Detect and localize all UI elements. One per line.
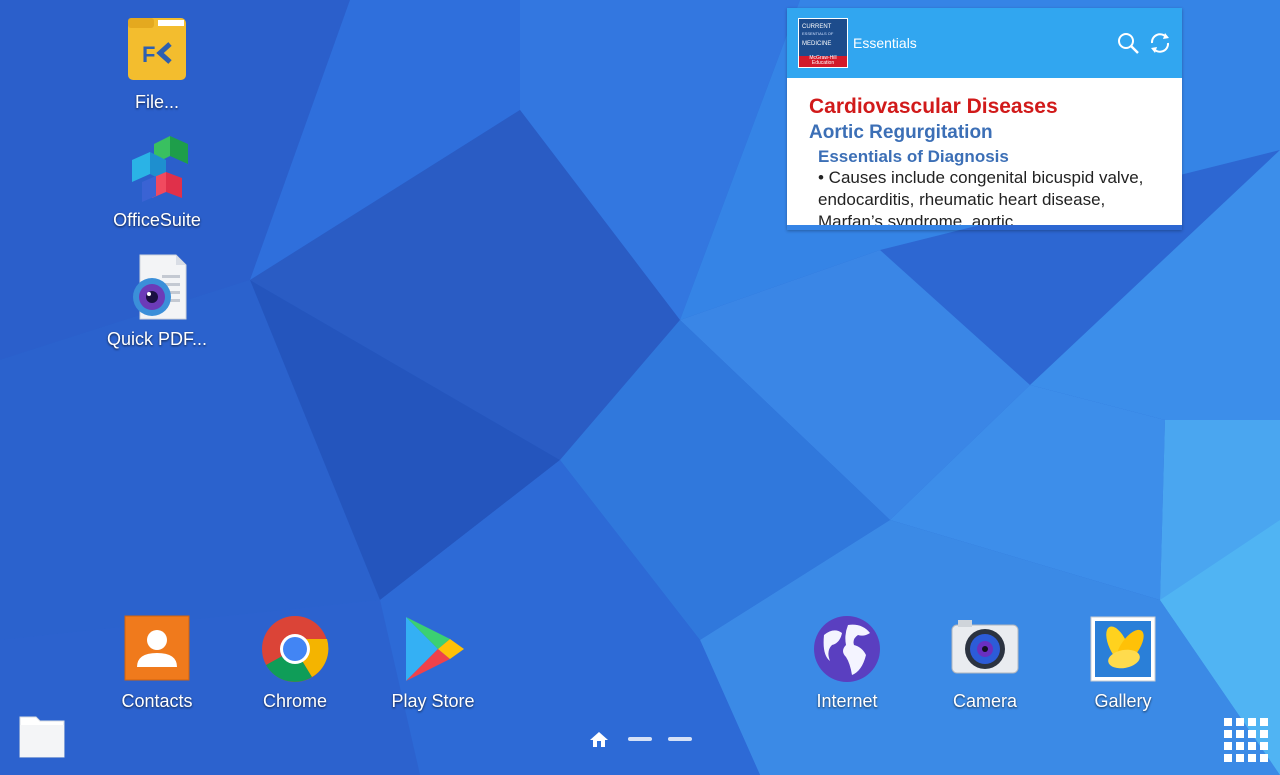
logo-brand: McGraw-Hill Education <box>799 56 847 67</box>
app-label: Quick PDF... <box>106 329 208 349</box>
folder-icon[interactable] <box>18 711 66 759</box>
essentials-widget[interactable]: CURRENT ESSENTIALS OF MEDICINE McGraw-Hi… <box>787 8 1182 230</box>
dock-app-gallery[interactable]: Gallery <box>1063 615 1183 712</box>
contacts-icon <box>122 615 192 685</box>
app-label: Contacts <box>121 691 193 711</box>
dock-app-camera[interactable]: Camera <box>925 615 1045 712</box>
page-dot[interactable] <box>628 737 652 741</box>
gallery-icon <box>1088 615 1158 685</box>
section-heading: Essentials of Diagnosis <box>818 147 1009 166</box>
page-indicator[interactable] <box>589 729 699 749</box>
topic-heading: Cardiovascular Diseases <box>809 95 1058 118</box>
app-label: Chrome <box>262 691 328 711</box>
home-page-icon[interactable] <box>589 729 609 749</box>
desktop-app-quick-pdf[interactable]: Quick PDF... <box>97 253 217 350</box>
dock-app-chrome[interactable]: Chrome <box>235 615 355 712</box>
current-medicine-logo[interactable]: CURRENT ESSENTIALS OF MEDICINE McGraw-Hi… <box>798 18 848 68</box>
dock-app-play-store[interactable]: Play Store <box>373 615 493 712</box>
officesuite-icon <box>122 134 192 204</box>
quick-pdf-icon <box>122 253 192 323</box>
apps-grid-icon[interactable] <box>1224 718 1268 762</box>
desktop-app-officesuite[interactable]: OfficeSuite <box>97 134 217 231</box>
app-label: Play Store <box>391 691 475 711</box>
camera-icon <box>950 615 1020 685</box>
topic-subheading: Aortic Regurgitation <box>809 122 993 143</box>
app-label: OfficeSuite <box>113 210 201 230</box>
widget-header: CURRENT ESSENTIALS OF MEDICINE McGraw-Hi… <box>787 8 1182 78</box>
widget-content[interactable]: Cardiovascular Diseases Aortic Regurgita… <box>787 78 1182 225</box>
page-dot[interactable] <box>668 737 692 741</box>
app-label: Gallery <box>1094 691 1152 711</box>
logo-line: ESSENTIALS OF <box>802 31 834 36</box>
chrome-icon <box>260 615 330 685</box>
logo-line: MEDICINE <box>802 41 832 47</box>
search-icon[interactable] <box>1116 31 1140 55</box>
app-label: Camera <box>952 691 1018 711</box>
desktop-app-file-commander[interactable]: F File... <box>97 16 217 113</box>
section-text: • Causes include congenital bicuspid val… <box>818 168 1144 225</box>
dock-app-internet[interactable]: Internet <box>787 615 907 712</box>
file-commander-icon: F <box>122 16 192 86</box>
app-label: File... <box>134 92 179 112</box>
play-store-icon <box>398 615 468 685</box>
app-label: Internet <box>816 691 878 711</box>
internet-icon <box>812 615 882 685</box>
dock-app-contacts[interactable]: Contacts <box>97 615 217 712</box>
refresh-icon[interactable] <box>1148 31 1172 55</box>
svg-text:F: F <box>142 42 155 67</box>
logo-line: CURRENT <box>802 24 832 30</box>
widget-title: Essentials <box>853 35 917 51</box>
